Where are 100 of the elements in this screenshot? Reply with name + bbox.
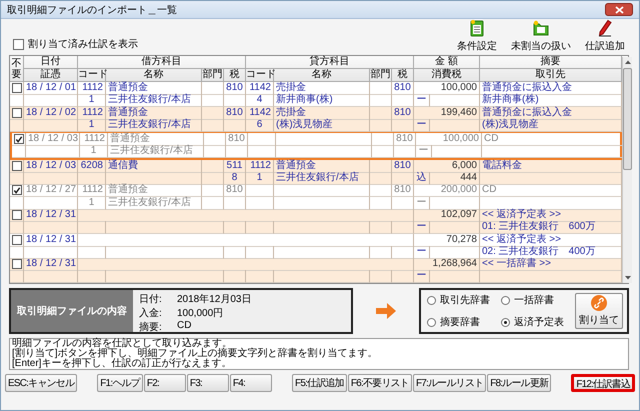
table-cell: 売掛金: [274, 106, 370, 120]
checkbox[interactable]: [12, 259, 22, 270]
table-row[interactable]: 18 / 12 / 03 1112 普通預金 810 810 100,000 CD 1 三井住友銀行/本店 ー: [10, 131, 622, 160]
table-cell: 18 / 12 / 31: [24, 258, 78, 272]
pencil-icon: [596, 19, 614, 37]
table-cell: 810: [392, 82, 414, 95]
table-row[interactable]: 18 / 12 / 02 1112 普通預金 810 1142 売掛金 810 199,460 普通預金に振込入金 1 三井住友銀行/本店 6 (株)浅見物産 ー (株)浅見物産: [10, 106, 622, 132]
toolbar-button[interactable]: 仕訳追加: [583, 19, 627, 53]
close-icon: [614, 6, 624, 14]
table-cell: 6,000: [414, 160, 480, 173]
message-text: 明細ファイルの内容を仕訳として取り込みます。: [12, 339, 232, 349]
table-cell: 18 / 12 / 31: [24, 208, 78, 222]
field-value: CD: [177, 320, 192, 333]
table-cell: 普通預金: [106, 82, 202, 95]
table-cell: 1112: [78, 82, 106, 95]
checkbox[interactable]: [12, 83, 22, 93]
table-cell: ー: [416, 145, 432, 158]
table-cell: 18 / 12 / 03: [24, 160, 78, 173]
table-cell: CD: [480, 184, 622, 198]
table-cell: 電話料金: [480, 160, 622, 173]
table-cell: 100,000: [414, 82, 480, 95]
column-header: 貸方科目: [246, 56, 414, 69]
table-cell: 三井住友銀行/本店: [108, 145, 204, 158]
column-header: 金 額: [414, 56, 480, 69]
table-cell: 810: [392, 106, 414, 120]
checkbox[interactable]: [12, 234, 22, 245]
assign-button[interactable]: 割り当て: [575, 293, 623, 329]
field-value: 2018年12月03日: [177, 293, 252, 306]
table-cell: 199,460: [414, 106, 480, 120]
table-cell: 18 / 12 / 27: [24, 184, 78, 198]
field-label: 日付:: [139, 293, 163, 306]
field-label: 入金:: [139, 306, 163, 320]
radio-option[interactable]: 一括辞書: [501, 293, 575, 307]
table-cell: 1142: [246, 82, 274, 95]
column-header: 日付: [24, 56, 78, 69]
column-header: 不要: [12, 58, 22, 80]
table-cell: 70,278: [414, 234, 480, 247]
checkbox[interactable]: [12, 160, 22, 171]
function-key-button[interactable]: F4:: [230, 374, 272, 392]
table-row[interactable]: 18 / 12 / 03 6208 通信費 511 1112 普通預金 810 6,000 電話料金 8 1 三井住友銀行/本店 込 444: [10, 160, 622, 184]
table-cell: 普通預金: [106, 106, 202, 120]
checkbox[interactable]: [13, 38, 24, 50]
table-cell: 普通預金: [274, 160, 370, 173]
table-cell: 511: [224, 160, 246, 173]
function-key-button[interactable]: F5:仕訳追加: [292, 374, 347, 392]
table-cell: << 一括辞書 >>: [480, 258, 622, 272]
function-key-button[interactable]: F12:仕訳書込: [571, 374, 635, 392]
table-cell: 通信費: [106, 160, 202, 173]
scroll-down-icon[interactable]: [624, 275, 632, 281]
radio-option[interactable]: 摘要辞書: [427, 315, 501, 329]
radio-option[interactable]: 返済予定表: [501, 315, 575, 329]
table-cell: ー: [414, 270, 430, 284]
function-key-button[interactable]: F6:不要リスト: [348, 374, 412, 392]
table-cell: << 返済予定表 >>: [480, 208, 622, 222]
toolbar-button[interactable]: 条件設定: [455, 19, 499, 53]
function-key-button[interactable]: F1:ヘルプ: [97, 374, 143, 392]
table-cell: 1112: [80, 133, 108, 146]
table-cell: 810: [392, 184, 414, 198]
scrollbar[interactable]: [622, 57, 632, 283]
table-cell: 普通預金に振込入金: [480, 106, 622, 120]
table-cell: 810: [224, 106, 246, 120]
table-cell: 1112: [78, 106, 106, 120]
function-key-button[interactable]: F8:ルール更新: [487, 374, 552, 392]
table-cell: 810: [394, 133, 416, 146]
table-cell: 普通預金に振込入金: [480, 82, 622, 95]
checkbox[interactable]: [12, 185, 22, 196]
column-header: 借方科目: [78, 56, 246, 69]
table-cell: 100,000: [416, 133, 482, 146]
table-cell: 18 / 12 / 03: [26, 133, 80, 146]
table-cell: 1,268,964: [414, 258, 480, 272]
column-header: 摘要: [480, 56, 622, 69]
function-key-button[interactable]: F2:: [144, 374, 186, 392]
close-button[interactable]: [605, 3, 633, 16]
table-cell: << 返済予定表 >>: [480, 234, 622, 247]
window-title: 取引明細ファイルのインポート＿一覧: [7, 4, 177, 16]
table-cell: 売掛金: [274, 82, 370, 95]
checkbox[interactable]: [14, 134, 24, 144]
table-cell: 1112: [246, 160, 274, 173]
function-key-button[interactable]: F7:ルールリスト: [412, 374, 486, 392]
table-row[interactable]: 18 / 12 / 01 1112 普通預金 810 1142 売掛金 810 100,000 普通預金に振込入金 1 三井住友銀行/本店 4 新井商事(株) ー 新井商事(株): [10, 82, 622, 107]
toolbar-button[interactable]: 未割当の扱い: [509, 19, 573, 53]
document-icon: [468, 19, 486, 37]
table-cell: 102,097: [414, 208, 480, 222]
checkbox[interactable]: [12, 108, 22, 118]
table-cell: 200,000: [414, 184, 480, 198]
checkbox-label: 割り当て済み仕訳を表示: [28, 38, 138, 51]
table-row[interactable]: 18 / 12 / 31 1,268,964 << 一括辞書 >> ー: [10, 258, 622, 283]
table-row[interactable]: 18 / 12 / 27 1112 普通預金 810 810 200,000 CD 1 三井住友銀行/本店 ー: [10, 184, 622, 209]
table-row[interactable]: 18 / 12 / 31 102,097 << 返済予定表 >> ー 01: 三井住友銀行 600万: [10, 208, 622, 234]
table-cell: 1112: [78, 184, 106, 198]
field-value: 100,000円: [177, 307, 224, 320]
arrow-icon: [375, 302, 397, 320]
scroll-up-icon[interactable]: [624, 59, 632, 65]
function-key-button[interactable]: ESC:キャンセル: [5, 374, 78, 392]
table-row[interactable]: 18 / 12 / 31 70,278 << 返済予定表 >> ー 02: 三井住友銀行 400万: [10, 234, 622, 258]
checkbox[interactable]: [12, 210, 22, 220]
table-cell: 1: [80, 145, 108, 158]
table-cell: 6208: [78, 160, 106, 173]
function-key-button[interactable]: F3:: [186, 374, 229, 392]
radio-option[interactable]: 取引先辞書: [427, 293, 501, 307]
